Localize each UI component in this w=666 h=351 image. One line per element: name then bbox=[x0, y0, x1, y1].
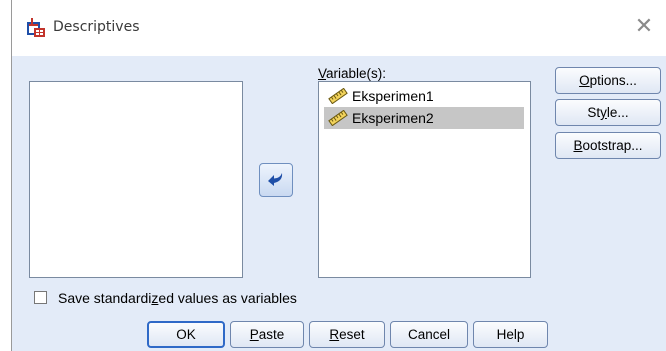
reset-button[interactable]: Reset bbox=[309, 321, 385, 348]
target-variable-list[interactable]: Eksperimen1 Eksperimen2 bbox=[318, 81, 531, 278]
ruler-scale-icon bbox=[328, 110, 348, 126]
title-bar[interactable]: Descriptives ✕ bbox=[12, 0, 666, 56]
save-standardized-label: Save standardized values as variables bbox=[58, 290, 297, 306]
arrow-left-icon bbox=[268, 173, 283, 186]
descriptives-dialog: Descriptives ✕ Variable(s): Eksperimen1 bbox=[0, 0, 666, 351]
save-standardized-checkbox[interactable] bbox=[34, 291, 47, 304]
variable-name: Eksperimen2 bbox=[352, 110, 434, 126]
close-icon[interactable]: ✕ bbox=[632, 14, 656, 38]
source-variable-list[interactable] bbox=[29, 81, 243, 278]
variable-name: Eksperimen1 bbox=[352, 88, 434, 104]
cancel-button[interactable]: Cancel bbox=[390, 321, 468, 348]
bootstrap-button[interactable]: Bootstrap... bbox=[555, 132, 661, 159]
move-variable-button[interactable] bbox=[259, 163, 293, 197]
dialog-body: Variable(s): Eksperimen1 Eksperimen2 Opt… bbox=[12, 56, 666, 351]
spss-app-icon bbox=[27, 18, 45, 37]
variable-item-selected[interactable]: Eksperimen2 bbox=[324, 107, 524, 129]
help-button[interactable]: Help bbox=[473, 321, 548, 348]
options-button[interactable]: Options... bbox=[555, 67, 661, 94]
dialog-title: Descriptives bbox=[53, 19, 140, 35]
ok-button[interactable]: OK bbox=[147, 321, 225, 348]
target-list-label: Variable(s): bbox=[318, 66, 387, 81]
variable-item[interactable]: Eksperimen1 bbox=[324, 85, 524, 107]
paste-button[interactable]: Paste bbox=[230, 321, 304, 348]
ruler-scale-icon bbox=[328, 88, 348, 104]
style-button[interactable]: Style... bbox=[555, 99, 661, 126]
